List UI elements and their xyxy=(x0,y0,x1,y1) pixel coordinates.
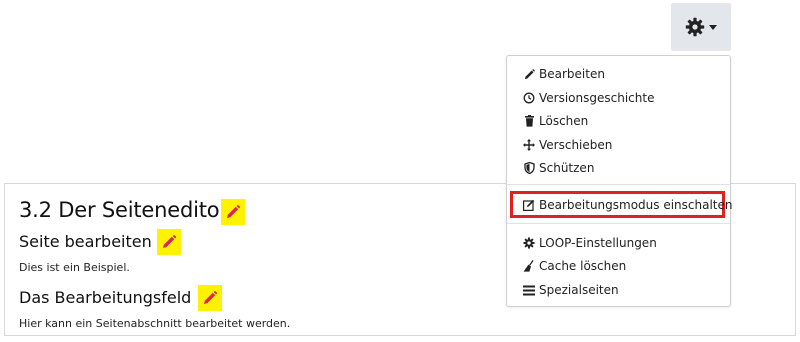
menu-divider xyxy=(507,184,730,185)
history-icon xyxy=(523,92,535,104)
edit-section-button[interactable] xyxy=(198,285,222,311)
menu-item-cache-loeschen[interactable]: Cache löschen xyxy=(523,256,626,276)
menu-item-loop-einstellungen[interactable]: LOOP-Einstellungen xyxy=(523,233,657,253)
menu-item-label: Bearbeitungsmodus einschalten xyxy=(539,198,733,212)
caret-down-icon xyxy=(709,25,717,30)
menu-item-spezialseiten[interactable]: Spezialseiten xyxy=(523,280,619,300)
gear-icon xyxy=(523,237,535,249)
settings-dropdown-menu: Bearbeiten Versionsgeschichte Löschen Ve… xyxy=(506,55,733,307)
pencil-icon xyxy=(227,205,240,218)
menu-item-label: LOOP-Einstellungen xyxy=(539,236,657,250)
menu-item-schuetzen[interactable]: Schützen xyxy=(523,158,594,178)
gear-icon xyxy=(685,17,705,37)
menu-item-bearbeiten[interactable]: Bearbeiten xyxy=(523,64,605,84)
pencil-icon xyxy=(163,235,176,248)
menu-item-versionsgeschichte[interactable]: Versionsgeschichte xyxy=(523,88,654,108)
section-heading: Seite bearbeiten xyxy=(19,232,152,251)
section-text: Hier kann ein Seitenabschnitt bearbeitet… xyxy=(19,317,291,330)
menu-item-label: Versionsgeschichte xyxy=(539,91,655,105)
menu-item-label: Spezialseiten xyxy=(539,283,619,297)
menu-item-label: Bearbeiten xyxy=(539,67,605,81)
bars-icon xyxy=(523,284,535,296)
move-icon xyxy=(523,139,535,151)
pencil-icon xyxy=(523,68,535,80)
menu-item-loeschen[interactable]: Löschen xyxy=(523,111,588,131)
menu-divider xyxy=(507,223,730,224)
section-heading: Das Bearbeitungsfeld xyxy=(19,288,192,307)
edit-section-button[interactable] xyxy=(157,229,181,255)
page-title: 3.2 Der Seiteneditor xyxy=(19,198,228,222)
edit-title-button[interactable] xyxy=(221,199,245,225)
trash-icon xyxy=(523,115,535,127)
menu-item-verschieben[interactable]: Verschieben xyxy=(523,135,612,155)
broom-icon xyxy=(523,260,535,272)
menu-item-bearbeitungsmodus[interactable]: Bearbeitungsmodus einschalten xyxy=(523,195,733,215)
menu-item-label: Cache löschen xyxy=(539,259,627,273)
menu-item-label: Verschieben xyxy=(539,138,613,152)
menu-item-label: Schützen xyxy=(539,161,595,175)
shield-icon xyxy=(523,162,535,174)
menu-item-label: Löschen xyxy=(539,114,589,128)
pencil-icon xyxy=(204,291,217,304)
settings-menu-button[interactable] xyxy=(671,3,731,51)
edit-square-icon xyxy=(523,199,535,211)
section-text: Dies ist ein Beispiel. xyxy=(19,261,130,274)
